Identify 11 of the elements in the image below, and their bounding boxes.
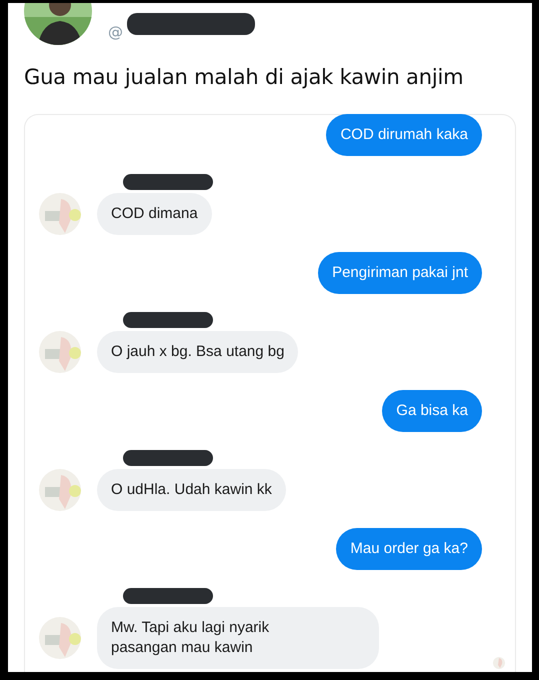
tweet-text: Gua mau jualan malah di ajak kawin anjim [23, 64, 464, 91]
sent-message: COD dirumah kaka [326, 114, 482, 156]
received-message: Mw. Tapi aku lagi nyarik pasangan mau kawin [97, 607, 380, 669]
user-handle: @ [108, 23, 123, 41]
sent-message: Ga bisa ka [382, 390, 482, 432]
received-message: O udHla. Udah kawin kk [97, 469, 286, 511]
seen-avatar-icon [493, 657, 505, 669]
received-message: O jauh x bg. Bsa utang bg [97, 331, 298, 373]
sent-message: Mau order ga ka? [336, 528, 482, 570]
received-message: COD dimana [97, 193, 212, 235]
sent-message: Pengiriman pakai jnt [318, 252, 482, 294]
